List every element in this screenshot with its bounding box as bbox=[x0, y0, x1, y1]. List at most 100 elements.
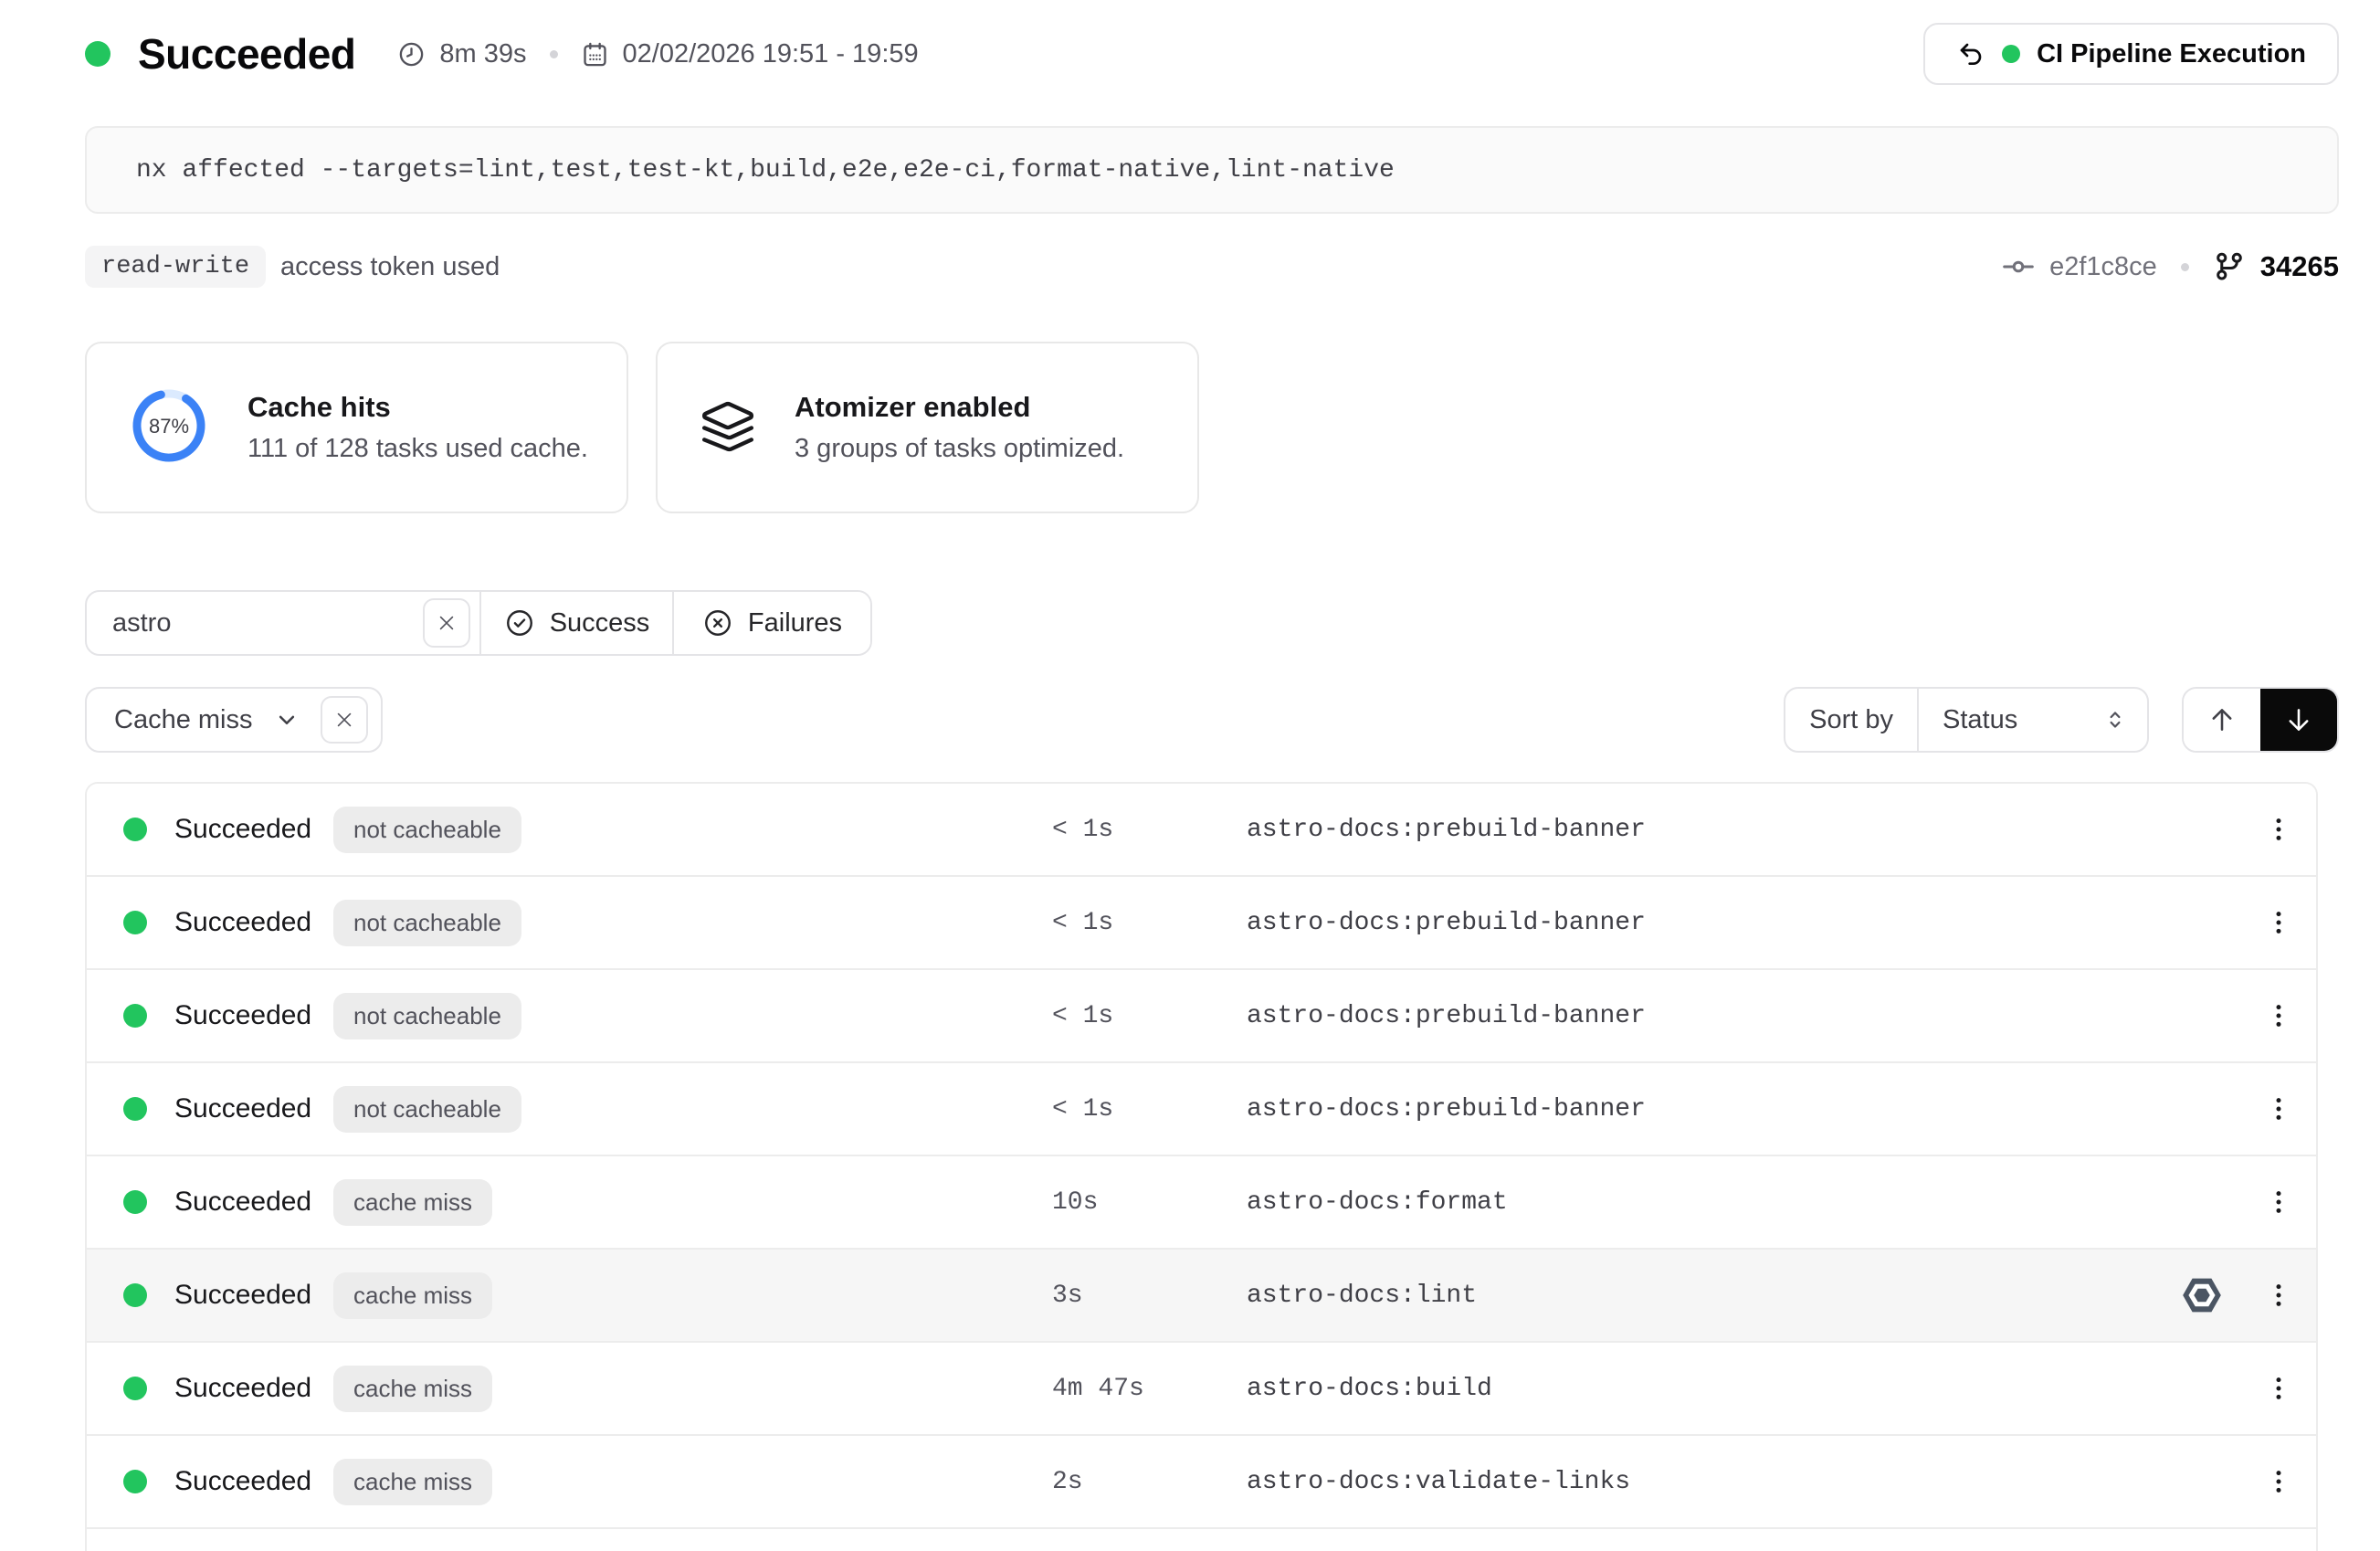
close-icon bbox=[334, 710, 354, 730]
task-name[interactable]: astro-docs:validate-links bbox=[1247, 1468, 1630, 1496]
task-row[interactable]: Succeeded cache miss 3s astro-docs:lint bbox=[87, 1250, 2316, 1343]
cache-donut-chart: 87% bbox=[129, 385, 209, 470]
page-title: Succeeded bbox=[138, 29, 355, 79]
task-name[interactable]: astro-docs:prebuild-banner bbox=[1247, 816, 1646, 844]
search-input[interactable] bbox=[112, 608, 423, 638]
commit-sha[interactable]: e2f1c8ce bbox=[2049, 252, 2157, 282]
dot-separator bbox=[2181, 263, 2189, 271]
kebab-menu-button[interactable] bbox=[2258, 1268, 2300, 1323]
token-scope-badge: read-write bbox=[85, 246, 266, 288]
sort-descending-button[interactable] bbox=[2260, 689, 2337, 751]
kebab-icon bbox=[2265, 816, 2292, 843]
task-row[interactable]: Succeeded not cacheable < 1s astro-docs:… bbox=[87, 877, 2316, 970]
task-duration: < 1s bbox=[1052, 909, 1113, 937]
run-duration: 8m 39s bbox=[439, 39, 526, 69]
task-name[interactable]: astro-docs:format bbox=[1247, 1188, 1508, 1217]
task-row[interactable]: Succeeded not cacheable < 1s astro-docs:… bbox=[87, 970, 2316, 1063]
task-list: Succeeded not cacheable < 1s astro-docs:… bbox=[85, 782, 2318, 1551]
kebab-icon bbox=[2265, 1188, 2292, 1216]
task-status-dot bbox=[123, 1097, 147, 1121]
summary-cards: 87% Cache hits 111 of 128 tasks used cac… bbox=[85, 342, 2339, 513]
pipeline-execution-button[interactable]: CI Pipeline Execution bbox=[1923, 23, 2339, 85]
kebab-menu-button[interactable] bbox=[2258, 1547, 2300, 1551]
sort-group: Sort by Status bbox=[1784, 687, 2149, 753]
cache-badge: cache miss bbox=[333, 1272, 492, 1319]
task-duration: 3s bbox=[1052, 1282, 1083, 1310]
run-meta: 8m 39s 02/02/2026 19:51 - 19:59 bbox=[397, 39, 918, 69]
task-duration: < 1s bbox=[1052, 1002, 1113, 1030]
command-bar: nx affected --targets=lint,test,test-kt,… bbox=[85, 126, 2339, 214]
cache-badge: cache miss bbox=[333, 1459, 492, 1505]
kebab-menu-button[interactable] bbox=[2258, 802, 2300, 857]
cache-badge: not cacheable bbox=[333, 1086, 521, 1133]
task-name[interactable]: astro-docs:prebuild-banner bbox=[1247, 1002, 1646, 1030]
cache-card-subtitle: 111 of 128 tasks used cache. bbox=[247, 434, 588, 464]
task-status-dot bbox=[123, 1377, 147, 1400]
filter-failures-button[interactable]: Failures bbox=[674, 592, 870, 654]
kebab-menu-button[interactable] bbox=[2258, 895, 2300, 950]
cache-badge: not cacheable bbox=[333, 900, 521, 946]
cache-badge: not cacheable bbox=[333, 993, 521, 1039]
dot-separator bbox=[550, 50, 558, 58]
kebab-menu-button[interactable] bbox=[2258, 1454, 2300, 1509]
task-status: Succeeded bbox=[174, 1466, 333, 1497]
sort-direction-group bbox=[2182, 687, 2339, 753]
task-row[interactable]: Succeeded cache miss 4m 47s astro-docs:b… bbox=[87, 1343, 2316, 1436]
failures-label: Failures bbox=[748, 608, 842, 638]
atomizer-card-subtitle: 3 groups of tasks optimized. bbox=[795, 434, 1124, 464]
arrow-up-icon bbox=[2206, 704, 2238, 735]
pipeline-button-label: CI Pipeline Execution bbox=[2037, 39, 2306, 69]
sort-ascending-button[interactable] bbox=[2184, 689, 2260, 751]
sort-value: Status bbox=[1943, 705, 2017, 735]
task-duration: < 1s bbox=[1052, 816, 1113, 844]
branch-number[interactable]: 34265 bbox=[2260, 250, 2339, 283]
task-status-dot bbox=[123, 818, 147, 841]
task-row[interactable]: Succeeded 2s astro-docs:e2e-ci — E2E (#7… bbox=[87, 1529, 2316, 1551]
layers-icon bbox=[700, 399, 756, 456]
filter-success-button[interactable]: Success bbox=[481, 592, 672, 654]
task-name[interactable]: astro-docs:build bbox=[1247, 1375, 1492, 1403]
kebab-menu-button[interactable] bbox=[2258, 988, 2300, 1043]
task-name[interactable]: astro-docs:prebuild-banner bbox=[1247, 909, 1646, 937]
nx-command: nx affected --targets=lint,test,test-kt,… bbox=[136, 156, 1395, 185]
pipeline-status-dot bbox=[2002, 45, 2020, 63]
sort-by-label: Sort by bbox=[1785, 689, 1917, 751]
task-row[interactable]: Succeeded not cacheable < 1s astro-docs:… bbox=[87, 784, 2316, 877]
task-duration: 2s bbox=[1052, 1468, 1083, 1496]
task-duration: < 1s bbox=[1052, 1095, 1113, 1124]
cache-card-title: Cache hits bbox=[247, 391, 588, 424]
x-circle-icon bbox=[702, 607, 733, 638]
token-row: read-write access token used e2f1c8ce 34… bbox=[85, 245, 2339, 289]
kebab-icon bbox=[2265, 1002, 2292, 1029]
cache-badge: cache miss bbox=[333, 1366, 492, 1412]
task-status: Succeeded bbox=[174, 907, 333, 938]
remove-filter-button[interactable] bbox=[321, 696, 368, 744]
chevron-down-icon bbox=[273, 706, 300, 733]
task-name[interactable]: astro-docs:prebuild-banner bbox=[1247, 1095, 1646, 1124]
success-status-dot bbox=[85, 41, 111, 67]
kebab-icon bbox=[2265, 1375, 2292, 1402]
cache-card-text: Cache hits 111 of 128 tasks used cache. bbox=[247, 391, 588, 464]
atomizer-card-text: Atomizer enabled 3 groups of tasks optim… bbox=[795, 391, 1124, 464]
clear-search-button[interactable] bbox=[423, 598, 470, 648]
pipeline-run-page: Succeeded 8m 39s 02/02/2026 19:51 - 19:5… bbox=[0, 0, 2380, 1551]
task-row[interactable]: Succeeded not cacheable < 1s astro-docs:… bbox=[87, 1063, 2316, 1156]
vcs-info: e2f1c8ce 34265 bbox=[2002, 250, 2339, 283]
filter-group: Success Failures bbox=[85, 590, 872, 656]
calendar-icon bbox=[581, 40, 609, 69]
arrow-down-icon bbox=[2283, 704, 2314, 735]
search-box bbox=[87, 592, 479, 654]
task-name[interactable]: astro-docs:lint bbox=[1247, 1282, 1477, 1310]
success-label: Success bbox=[550, 608, 650, 638]
branch-icon bbox=[2213, 250, 2246, 283]
kebab-menu-button[interactable] bbox=[2258, 1081, 2300, 1136]
cache-miss-filter-chip[interactable]: Cache miss bbox=[85, 687, 383, 753]
atomizer-card[interactable]: Atomizer enabled 3 groups of tasks optim… bbox=[656, 342, 1199, 513]
task-row[interactable]: Succeeded cache miss 10s astro-docs:form… bbox=[87, 1156, 2316, 1250]
sort-field-select[interactable]: Status bbox=[1919, 689, 2147, 751]
kebab-menu-button[interactable] bbox=[2258, 1361, 2300, 1416]
task-row[interactable]: Succeeded cache miss 2s astro-docs:valid… bbox=[87, 1436, 2316, 1529]
cache-hits-card[interactable]: 87% Cache hits 111 of 128 tasks used cac… bbox=[85, 342, 628, 513]
kebab-menu-button[interactable] bbox=[2258, 1175, 2300, 1229]
eslint-icon bbox=[2179, 1272, 2225, 1318]
